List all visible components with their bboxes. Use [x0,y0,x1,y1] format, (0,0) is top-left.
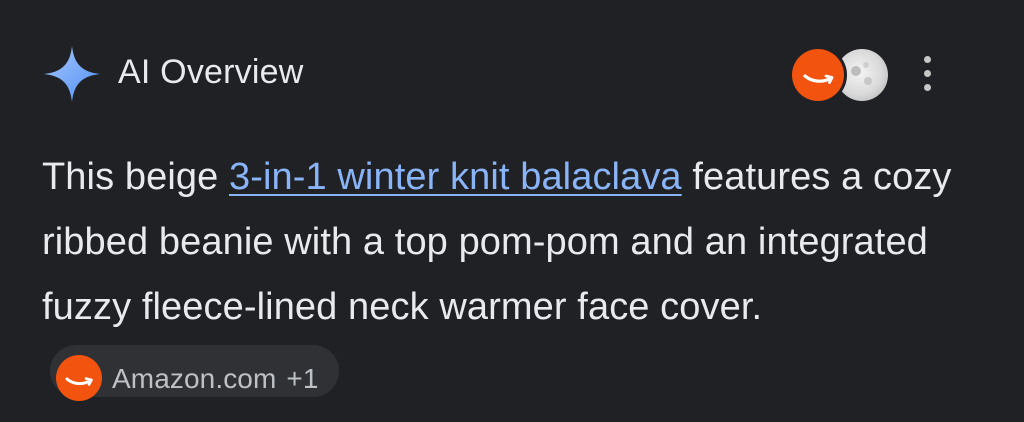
answer-text-prefix: This beige [42,156,229,198]
citation-label: Amazon.com [112,362,277,394]
sparkle-icon [44,46,100,102]
product-link[interactable]: 3-in-1 winter knit balaclava [229,156,682,198]
more-vert-icon [924,56,931,63]
citation-chip[interactable]: Amazon.com +1 [50,344,339,401]
overview-title: AI Overview [118,53,304,91]
more-options-button[interactable] [916,54,940,94]
ai-overview-header: AI Overview [44,40,984,104]
amazon-icon [792,49,844,101]
overview-answer: This beige 3-in-1 winter knit balaclava … [42,145,992,405]
amazon-icon [56,354,102,401]
source-icons[interactable] [792,44,892,108]
citation-count: +1 [286,362,319,394]
